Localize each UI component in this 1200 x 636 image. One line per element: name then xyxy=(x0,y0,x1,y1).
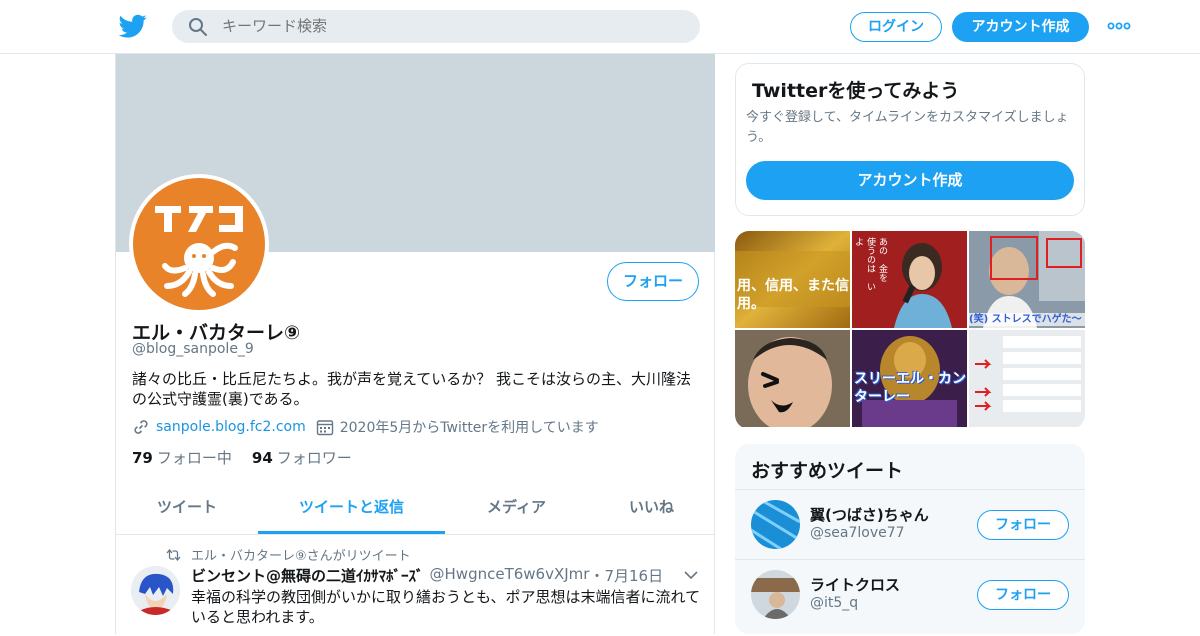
tab-tweets-and-replies[interactable]: ツイートと返信 xyxy=(258,484,445,534)
media-tile-6[interactable] xyxy=(969,330,1085,427)
retweet-icon xyxy=(166,548,181,561)
tweet-item[interactable]: エル・バカターレ⑨さんがリツイート ビンセント@無碍の二道ｲｶｻﾏﾎﾞｰｽﾞ @… xyxy=(116,536,715,636)
media-tile-4[interactable] xyxy=(735,330,850,427)
following-stat[interactable]: 79 フォロー中 xyxy=(132,447,232,468)
signup-button[interactable]: アカウント作成 xyxy=(952,12,1089,42)
recommended-user-avatar[interactable] xyxy=(751,500,800,549)
tab-media[interactable]: メディア xyxy=(445,484,588,534)
signup-promo-card: Twitterを使ってみよう 今すぐ登録して、タイムラインをカスタマイズしましょ… xyxy=(735,63,1085,216)
profile-meta: sanpole.blog.fc2.com 2020年5月からTwitterを利用… xyxy=(132,416,609,438)
tweet-header: ビンセント@無碍の二道ｲｶｻﾏﾎﾞｰｽﾞ @HwgnceT6w6vXJmr ・ … xyxy=(191,565,663,586)
media-tile-1[interactable]: 用、信用、また信用。 xyxy=(735,231,850,328)
recommended-user[interactable]: ライトクロス @it5_q フォロー xyxy=(735,559,1085,629)
recommended-user[interactable]: 翼(つばさ)ちゃん @sea7love77 フォロー xyxy=(735,489,1085,559)
twitter-bird-icon[interactable] xyxy=(119,12,147,40)
tab-likes[interactable]: いいね xyxy=(588,484,715,534)
tweet-author-name[interactable]: ビンセント@無碍の二道ｲｶｻﾏﾎﾞｰｽﾞ xyxy=(191,565,424,586)
search-box[interactable] xyxy=(172,10,700,43)
top-navigation-bar: ログイン アカウント作成 xyxy=(0,0,1200,54)
recommended-follow-button[interactable]: フォロー xyxy=(977,510,1069,540)
media-tile-2[interactable]: あの 金を 使うのは いよ xyxy=(852,231,967,328)
tweet-date[interactable]: 7月16日 xyxy=(604,565,663,586)
search-input[interactable] xyxy=(222,10,682,43)
chevron-down-icon[interactable] xyxy=(684,570,698,580)
retweet-context-text: エル・バカターレ⑨さんがリツイート xyxy=(191,549,411,564)
media-tile-3-caption: (笑) ストレスでハゲた～ xyxy=(969,313,1085,326)
profile-media-grid: 用、信用、また信用。 あの 金を 使うのは いよ (笑) ストレスでハゲた～ ス… xyxy=(735,231,1085,429)
user-avatar-image xyxy=(751,570,800,619)
profile-bio: 諸々の比丘・比丘尼たちよ。我が声を覚えているか？ 我こそは汝らの主、大川隆法の公… xyxy=(132,370,692,408)
media-tile-3[interactable]: (笑) ストレスでハゲた～ xyxy=(969,231,1085,328)
more-dots-icon[interactable] xyxy=(1106,18,1132,34)
login-button[interactable]: ログイン xyxy=(850,12,942,42)
profile-avatar[interactable] xyxy=(133,178,265,310)
followers-stat[interactable]: 94 フォロワー xyxy=(252,447,352,468)
recommended-user-name[interactable]: 翼(つばさ)ちゃん xyxy=(810,504,929,525)
tweet-author-avatar[interactable] xyxy=(131,566,180,615)
profile-handle: @blog_sanpole_9 xyxy=(132,341,254,357)
link-icon xyxy=(134,420,148,434)
tweet-author-handle[interactable]: @HwgnceT6w6vXJmr xyxy=(430,565,590,586)
recommended-title: おすすめツイート xyxy=(751,460,904,482)
profile-joined: 2020年5月からTwitterを利用しています xyxy=(316,417,599,437)
search-icon xyxy=(189,18,207,36)
tweet-text: 幸福の科学の教団側がいかに取り繕おうとも、ポア思想は末端信者に流れていると思われ… xyxy=(191,588,701,626)
profile-website[interactable]: sanpole.blog.fc2.com xyxy=(132,418,306,436)
retweet-context: エル・バカターレ⑨さんがリツイート xyxy=(166,545,411,564)
media-thumbnail xyxy=(735,330,850,427)
recommended-follow-button[interactable]: フォロー xyxy=(977,580,1069,610)
follow-button[interactable]: フォロー xyxy=(607,262,699,301)
tweet-separator: ・ xyxy=(589,567,605,585)
anime-character-avatar xyxy=(131,566,180,615)
followers-count: 94 xyxy=(251,449,273,467)
following-label: フォロー中 xyxy=(156,449,232,467)
media-thumbnail xyxy=(969,330,1085,427)
octopus-logo-icon xyxy=(155,206,243,297)
signup-card-button[interactable]: アカウント作成 xyxy=(746,161,1074,200)
calendar-icon xyxy=(316,420,333,436)
tab-tweets[interactable]: ツイート xyxy=(116,484,258,534)
recommended-user-name[interactable]: ライトクロス xyxy=(810,574,900,595)
recommended-user-handle: @sea7love77 xyxy=(810,525,905,541)
followers-label: フォロワー xyxy=(276,449,352,467)
recommended-accounts-panel: おすすめツイート 翼(つばさ)ちゃん @sea7love77 フォロー ライトク… xyxy=(735,444,1085,634)
profile-tabs: ツイート ツイートと返信 メディア いいね xyxy=(116,484,715,535)
website-link[interactable]: sanpole.blog.fc2.com xyxy=(156,419,306,435)
profile-column: フォロー エル・バカターレ⑨ @blog_sanpole_9 諸々の比丘・比丘尼… xyxy=(115,54,715,634)
joined-date: 2020年5月からTwitterを利用しています xyxy=(339,420,599,436)
profile-avatar-frame xyxy=(129,174,269,314)
user-avatar-image xyxy=(751,500,800,549)
recommended-user-avatar[interactable] xyxy=(751,570,800,619)
profile-stats: 79 フォロー中 94 フォロワー xyxy=(132,447,372,468)
signup-card-description: 今すぐ登録して、タイムラインをカスタマイズしましょう。 xyxy=(746,110,1069,145)
signup-card-title: Twitterを使ってみよう xyxy=(752,80,960,102)
media-tile-5-caption: スリーエル・カンターレー xyxy=(854,371,966,405)
media-tile-2-caption: あの 金を 使うのは いよ xyxy=(853,237,887,291)
following-count: 79 xyxy=(132,449,153,467)
media-tile-1-caption: 用、信用、また信用。 xyxy=(737,278,849,312)
media-tile-5[interactable]: スリーエル・カンターレー xyxy=(852,330,967,427)
recommended-user-handle: @it5_q xyxy=(810,595,859,611)
